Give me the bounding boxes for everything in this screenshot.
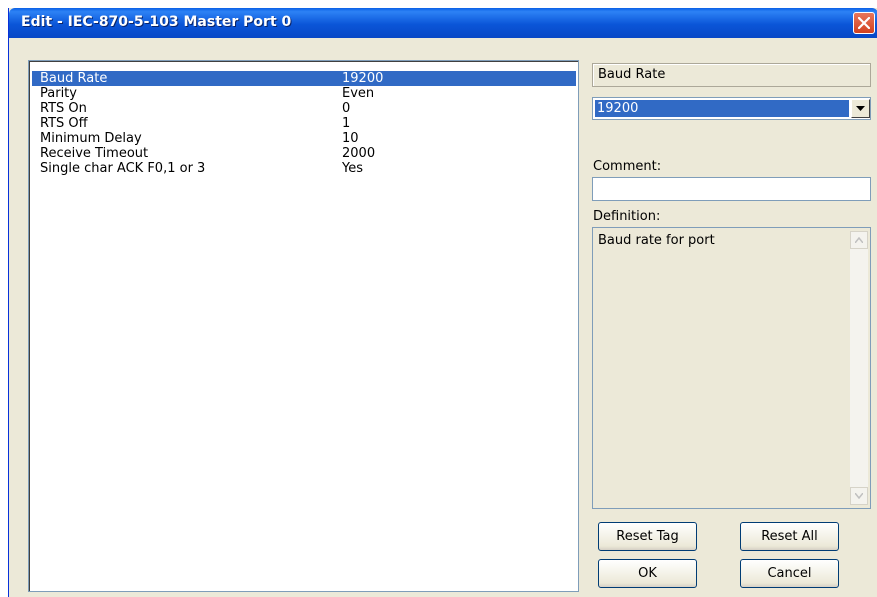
parameter-value: 19200 (342, 71, 384, 86)
cancel-button[interactable]: Cancel (740, 559, 839, 588)
window-title: Edit - IEC-870-5-103 Master Port 0 (21, 14, 292, 30)
dropdown-button[interactable] (851, 99, 870, 118)
chevron-down-icon (856, 106, 865, 111)
list-item[interactable]: Minimum Delay 10 (32, 131, 576, 146)
parameter-value: 1 (342, 116, 351, 131)
parameter-name: Receive Timeout (40, 146, 149, 161)
reset-all-button[interactable]: Reset All (740, 522, 839, 551)
ok-button[interactable]: OK (598, 559, 697, 588)
parameter-value: Yes (342, 161, 363, 176)
parameter-value: 2000 (342, 146, 376, 161)
parameter-name: Baud Rate (40, 71, 108, 86)
value-dropdown[interactable]: 19200 (592, 97, 871, 120)
parameter-list[interactable]: Baud Rate 19200 Parity Even RTS On 0 RTS… (28, 60, 579, 592)
edit-dialog: Edit - IEC-870-5-103 Master Port 0 Baud … (8, 8, 877, 597)
close-icon (858, 17, 870, 29)
arrow-up-icon (855, 237, 863, 243)
parameter-name: RTS Off (40, 116, 88, 131)
reset-tag-button[interactable]: Reset Tag (598, 522, 697, 551)
parameter-value: 0 (342, 101, 351, 116)
arrow-down-icon (855, 493, 863, 499)
list-item[interactable]: Receive Timeout 2000 (32, 146, 576, 161)
parameter-value: Even (342, 86, 375, 101)
title-bar[interactable]: Edit - IEC-870-5-103 Master Port 0 (9, 8, 877, 38)
definition-scrollbar[interactable] (850, 231, 868, 505)
close-button[interactable] (853, 12, 875, 34)
comment-input[interactable] (592, 177, 871, 201)
selected-field-name: Baud Rate (592, 63, 871, 87)
comment-label: Comment: (593, 159, 662, 174)
parameter-name: RTS On (40, 101, 87, 116)
list-item[interactable]: Baud Rate 19200 (32, 71, 576, 86)
parameter-name: Minimum Delay (40, 131, 142, 146)
definition-text: Baud rate for port (598, 233, 715, 248)
list-item[interactable]: Parity Even (32, 86, 576, 101)
parameter-name: Parity (40, 86, 77, 101)
list-item[interactable]: RTS Off 1 (32, 116, 576, 131)
scroll-down-button[interactable] (850, 487, 868, 505)
definition-box: Baud rate for port (592, 227, 871, 509)
scroll-up-button[interactable] (850, 231, 868, 249)
parameter-value: 10 (342, 131, 359, 146)
dropdown-selected-value: 19200 (595, 100, 849, 117)
parameter-name: Single char ACK F0,1 or 3 (40, 161, 206, 176)
list-item[interactable]: RTS On 0 (32, 101, 576, 116)
definition-label: Definition: (593, 209, 661, 224)
list-item[interactable]: Single char ACK F0,1 or 3 Yes (32, 161, 576, 176)
